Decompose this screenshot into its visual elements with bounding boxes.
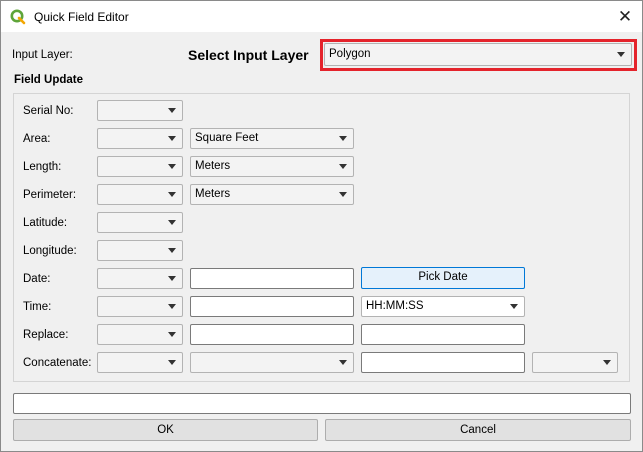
row-label-concatenate: Concatenate: (23, 357, 92, 369)
chevron-down-icon (339, 136, 347, 141)
area-unit-value: Square Feet (195, 132, 259, 144)
field-update-title: Field Update (14, 74, 84, 86)
chevron-down-icon (168, 136, 176, 141)
concatenate-field-select[interactable] (97, 352, 183, 373)
chevron-down-icon (168, 360, 176, 365)
length-unit-select[interactable]: Meters (190, 156, 354, 177)
input-layer-label: Input Layer: (12, 49, 73, 61)
concatenate-third-field-select[interactable] (532, 352, 618, 373)
chevron-down-icon (603, 360, 611, 365)
quick-field-editor-window: Quick Field Editor ✕ Input Layer: Select… (0, 0, 643, 452)
date-input[interactable] (190, 268, 354, 289)
length-field-select[interactable] (97, 156, 183, 177)
serial-no-field-select[interactable] (97, 100, 183, 121)
ok-button[interactable]: OK (13, 419, 318, 441)
longitude-field-select[interactable] (97, 240, 183, 261)
chevron-down-icon (339, 164, 347, 169)
chevron-down-icon (168, 192, 176, 197)
row-label-time: Time: (23, 301, 52, 313)
pick-date-button[interactable]: Pick Date (361, 267, 525, 289)
perimeter-unit-select[interactable]: Meters (190, 184, 354, 205)
window-title: Quick Field Editor (34, 10, 129, 24)
date-field-select[interactable] (97, 268, 183, 289)
time-input[interactable] (190, 296, 354, 317)
time-format-value: HH:MM:SS (366, 300, 424, 312)
input-layer-highlight (320, 39, 637, 71)
row-label-area: Area: (23, 133, 51, 145)
chevron-down-icon (168, 332, 176, 337)
replace-with-input[interactable] (361, 324, 525, 345)
row-label-date: Date: (23, 273, 51, 285)
status-field[interactable] (13, 393, 631, 414)
row-label-latitude: Latitude: (23, 217, 68, 229)
replace-field-select[interactable] (97, 324, 183, 345)
area-unit-select[interactable]: Square Feet (190, 128, 354, 149)
row-label-serial-no: Serial No: (23, 105, 74, 117)
select-input-layer-heading: Select Input Layer (188, 47, 309, 63)
row-label-longitude: Longitude: (23, 245, 77, 257)
area-field-select[interactable] (97, 128, 183, 149)
close-icon[interactable]: ✕ (608, 1, 642, 32)
row-label-length: Length: (23, 161, 62, 173)
row-label-perimeter: Perimeter: (23, 189, 77, 201)
time-field-select[interactable] (97, 296, 183, 317)
replace-find-input[interactable] (190, 324, 354, 345)
perimeter-unit-value: Meters (195, 188, 231, 200)
chevron-down-icon (510, 304, 518, 309)
chevron-down-icon (168, 248, 176, 253)
chevron-down-icon (339, 192, 347, 197)
qgis-logo-icon (10, 9, 26, 25)
chevron-down-icon (339, 360, 347, 365)
row-label-replace: Replace: (23, 329, 69, 341)
chevron-down-icon (168, 304, 176, 309)
perimeter-field-select[interactable] (97, 184, 183, 205)
length-unit-value: Meters (195, 160, 231, 172)
title-bar: Quick Field Editor ✕ (1, 1, 642, 32)
latitude-field-select[interactable] (97, 212, 183, 233)
concatenate-second-field-select[interactable] (190, 352, 354, 373)
chevron-down-icon (168, 220, 176, 225)
time-format-select[interactable]: HH:MM:SS (361, 296, 525, 317)
chevron-down-icon (168, 108, 176, 113)
cancel-button[interactable]: Cancel (325, 419, 631, 441)
chevron-down-icon (168, 164, 176, 169)
chevron-down-icon (168, 276, 176, 281)
concatenate-separator-input[interactable] (361, 352, 525, 373)
